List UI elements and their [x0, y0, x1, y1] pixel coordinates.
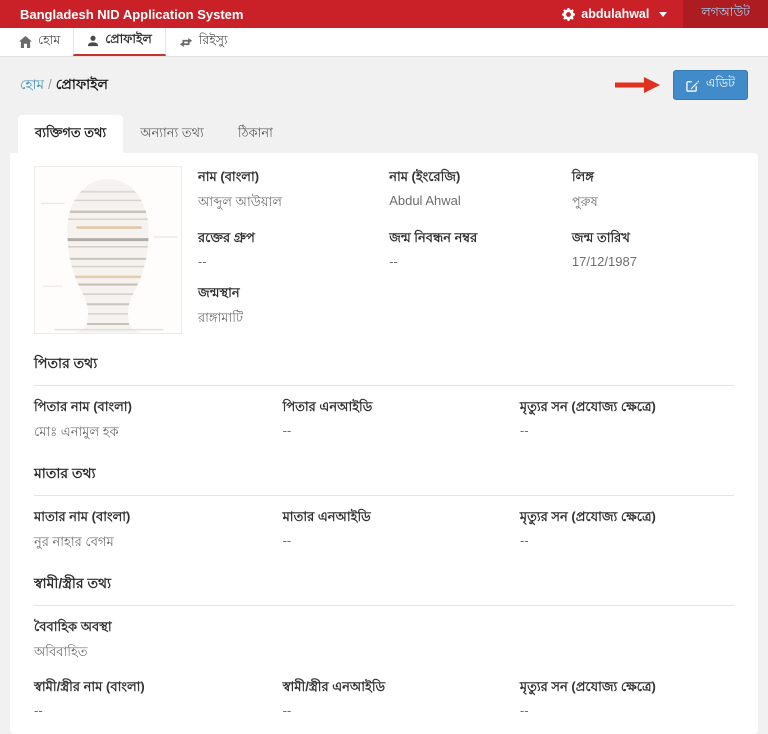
field-value: নুর নাহার বেগম — [34, 534, 114, 549]
page-content: হোম / প্রোফাইল এডিট ব্যক্তিগত তথ্য অন্যান্… — [0, 57, 768, 734]
field-label: জন্ম তারিখ — [571, 230, 630, 245]
personal-info-section: নাম (বাংলা) আব্দুল আউয়াল নাম (ইংরেজি) A… — [34, 166, 734, 334]
breadcrumb-current: প্রোফাইল — [55, 76, 108, 92]
field-value: -- — [198, 254, 207, 269]
tab-personal-info[interactable]: ব্যক্তিগত তথ্য — [18, 115, 124, 153]
field-value: অবিবাহিত — [34, 644, 88, 659]
mother-info-section: মাতার তথ্য মাতার নাম (বাংলা) নুর নাহার ব… — [34, 462, 734, 554]
field-label: জন্ম নিবন্ধন নম্বর — [389, 230, 478, 245]
field-value: -- — [389, 254, 398, 269]
field-label: নাম (বাংলা) — [198, 169, 260, 184]
field-spouse-nid: স্বামী/স্ত্রীর এনআইডি -- — [283, 678, 508, 718]
field-value: 17/12/1987 — [571, 254, 637, 269]
mother-fields-grid: মাতার নাম (বাংলা) নুর নাহার বেগম মাতার এ… — [34, 508, 734, 554]
field-value: -- — [519, 423, 529, 438]
field-father-nid: পিতার এনআইডি -- — [283, 398, 508, 444]
card-tabs: ব্যক্তিগত তথ্য অন্যান্য তথ্য ঠিকানা — [10, 115, 758, 153]
red-arrow-annotation — [613, 75, 661, 95]
user-icon — [87, 35, 99, 47]
logout-link[interactable]: লগআউট — [683, 0, 768, 28]
field-value: -- — [282, 423, 292, 438]
app-title: Bangladesh NID Application System — [20, 6, 244, 22]
field-label: জন্মস্থান — [198, 285, 240, 300]
app-header: Bangladesh NID Application System abdula… — [0, 0, 768, 28]
field-name-bangla: নাম (বাংলা) আব্দুল আউয়াল — [198, 168, 377, 214]
field-birth-date: জন্ম তারিখ 17/12/1987 — [572, 229, 734, 269]
field-value: -- — [519, 703, 529, 718]
tab-other-info[interactable]: অন্যান্য তথ্য — [123, 115, 221, 153]
field-father-name-bangla: পিতার নাম (বাংলা) মোঃ এনামুল হক — [34, 398, 271, 444]
field-label: বৈবাহিক অবস্থা — [34, 619, 112, 634]
field-label: পিতার নাম (বাংলা) — [34, 399, 132, 414]
field-mother-death-year: মৃত্যুর সন (প্রযোজ্য ক্ষেত্রে) -- — [520, 508, 734, 554]
field-label: মাতার নাম (বাংলা) — [34, 509, 131, 524]
field-label: পিতার এনআইডি — [282, 399, 373, 414]
field-father-death-year: মৃত্যুর সন (প্রযোজ্য ক্ষেত্রে) -- — [520, 398, 734, 444]
personal-fields-grid: নাম (বাংলা) আব্দুল আউয়াল নাম (ইংরেজি) A… — [198, 166, 734, 334]
field-spouse-name-bangla: স্বামী/স্ত্রীর নাম (বাংলা) -- — [34, 678, 271, 718]
nav-item-profile-label: প্রোফাইল — [105, 32, 152, 46]
spouse-info-section: স্বামী/স্ত্রীর তথ্য বৈবাহিক অবস্থা অবিবা… — [34, 572, 734, 718]
father-section-title: পিতার তথ্য — [34, 352, 734, 386]
field-value: আব্দুল আউয়াল — [198, 194, 282, 209]
field-mother-nid: মাতার এনআইডি -- — [283, 508, 508, 554]
field-label: মৃত্যুর সন (প্রযোজ্য ক্ষেত্রে) — [519, 509, 656, 524]
field-value: রাঙ্গামাটি — [198, 310, 244, 325]
home-icon — [19, 36, 32, 48]
field-value: পুরুষ — [571, 194, 598, 209]
field-label: নাম (ইংরেজি) — [389, 169, 461, 184]
field-mother-name-bangla: মাতার নাম (বাংলা) নুর নাহার বেগম — [34, 508, 271, 554]
field-blood-group: রক্তের গ্রুপ -- — [198, 229, 377, 269]
field-label: মাতার এনআইডি — [282, 509, 371, 524]
edit-button[interactable]: এডিট — [672, 70, 748, 100]
field-value: -- — [282, 703, 292, 718]
nav-item-reissue[interactable]: রিইস্যু — [166, 28, 241, 56]
edit-pencil-icon — [686, 79, 699, 92]
field-label: স্বামী/স্ত্রীর নাম (বাংলা) — [34, 679, 145, 694]
field-birth-registration-no: জন্ম নিবন্ধন নম্বর -- — [389, 229, 560, 269]
field-label: রক্তের গ্রুপ — [198, 230, 255, 245]
field-gender: লিঙ্গ পুরুষ — [572, 168, 734, 214]
caret-down-icon — [659, 11, 668, 17]
user-menu[interactable]: abdulahwal — [546, 0, 683, 28]
topbar-right: এডিট — [613, 70, 748, 100]
field-value: মোঃ এনামুল হক — [34, 424, 119, 439]
field-name-english: নাম (ইংরেজি) Abdul Ahwal — [389, 168, 560, 214]
refresh-icon — [179, 37, 193, 48]
field-value: -- — [282, 533, 292, 548]
nav-item-home[interactable]: হোম — [6, 28, 73, 56]
field-marital-status: বৈবাহিক অবস্থা অবিবাহিত — [34, 618, 734, 664]
father-fields-grid: পিতার নাম (বাংলা) মোঃ এনামুল হক পিতার এন… — [34, 398, 734, 444]
username: abdulahwal — [581, 7, 650, 21]
profile-photo — [34, 166, 182, 334]
nav-item-home-label: হোম — [38, 33, 61, 47]
main-nav: হোম প্রোফাইল রিইস্যু — [0, 28, 768, 57]
breadcrumb-separator: / — [47, 77, 52, 92]
field-spouse-death-year: মৃত্যুর সন (প্রযোজ্য ক্ষেত্রে) -- — [520, 678, 734, 718]
field-value: Abdul Ahwal — [389, 193, 461, 208]
breadcrumb-home-link[interactable]: হোম — [20, 77, 44, 92]
topbar: হোম / প্রোফাইল এডিট — [10, 70, 758, 100]
field-birth-place: জন্মস্থান রাঙ্গামাটি — [198, 284, 377, 330]
field-label: স্বামী/স্ত্রীর এনআইডি — [282, 679, 386, 694]
field-label: মৃত্যুর সন (প্রযোজ্য ক্ষেত্রে) — [519, 679, 656, 694]
field-label: মৃত্যুর সন (প্রযোজ্য ক্ষেত্রে) — [519, 399, 656, 414]
field-value: -- — [519, 533, 529, 548]
spouse-fields-grid: স্বামী/স্ত্রীর নাম (বাংলা) -- স্বামী/স্ত… — [34, 678, 734, 718]
profile-card: নাম (বাংলা) আব্দুল আউয়াল নাম (ইংরেজি) A… — [10, 153, 758, 734]
field-value: -- — [34, 703, 43, 718]
field-label: লিঙ্গ — [571, 169, 594, 184]
nav-item-profile[interactable]: প্রোফাইল — [73, 28, 166, 56]
edit-button-label: এডিট — [705, 76, 735, 90]
tab-address[interactable]: ঠিকানা — [221, 115, 290, 153]
mother-section-title: মাতার তথ্য — [34, 462, 734, 496]
breadcrumb: হোম / প্রোফাইল — [20, 73, 108, 97]
nav-item-reissue-label: রিইস্যু — [198, 33, 228, 47]
spouse-section-title: স্বামী/স্ত্রীর তথ্য — [34, 572, 734, 606]
gear-icon — [562, 7, 576, 21]
father-info-section: পিতার তথ্য পিতার নাম (বাংলা) মোঃ এনামুল … — [34, 352, 734, 444]
